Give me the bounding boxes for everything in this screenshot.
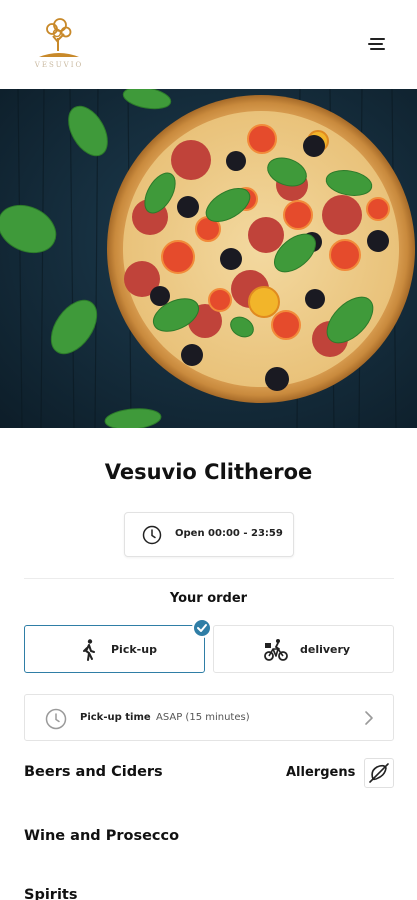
your-order-heading: Your order [169, 591, 248, 606]
clock-icon [45, 708, 67, 730]
pizza-hero-image [0, 89, 417, 428]
allergens-label[interactable]: Allergens [286, 765, 355, 780]
delivery-option-button[interactable]: delivery [213, 625, 394, 673]
pickup-time-value: ASAP (15 minutes) [156, 712, 250, 723]
allergens-icon [369, 763, 389, 783]
hamburger-menu-icon[interactable] [366, 35, 388, 53]
opening-hours-badge: Open 00:00 - 23:59 [124, 512, 294, 557]
app-header: VESUVIO [0, 0, 417, 89]
clock-icon [142, 525, 162, 545]
category-wine-and-prosecco[interactable]: Wine and Prosecco [24, 828, 179, 844]
pickup-time-label: Pick-up time [80, 712, 151, 723]
restaurant-logo[interactable]: VESUVIO [28, 16, 90, 72]
bicycle-courier-icon [264, 639, 288, 661]
restaurant-name: Vesuvio Clitheroe [104, 460, 313, 484]
chevron-right-icon [365, 711, 373, 725]
section-divider [24, 578, 394, 579]
selected-check-icon [192, 618, 212, 638]
pickup-option-button[interactable]: Pick-up [24, 625, 205, 673]
allergens-button[interactable] [364, 758, 394, 788]
opening-hours-text: Open 00:00 - 23:59 [175, 528, 283, 539]
category-beers-and-ciders[interactable]: Beers and Ciders [24, 764, 163, 780]
pickup-option-label: Pick-up [111, 643, 157, 656]
category-spirits[interactable]: Spirits [24, 887, 77, 900]
logo-text: VESUVIO [34, 61, 84, 69]
walking-person-icon [83, 639, 95, 661]
pickup-time-selector[interactable]: Pick-up time ASAP (15 minutes) [24, 694, 394, 741]
delivery-option-label: delivery [300, 643, 351, 656]
tree-logo-icon [39, 18, 79, 57]
